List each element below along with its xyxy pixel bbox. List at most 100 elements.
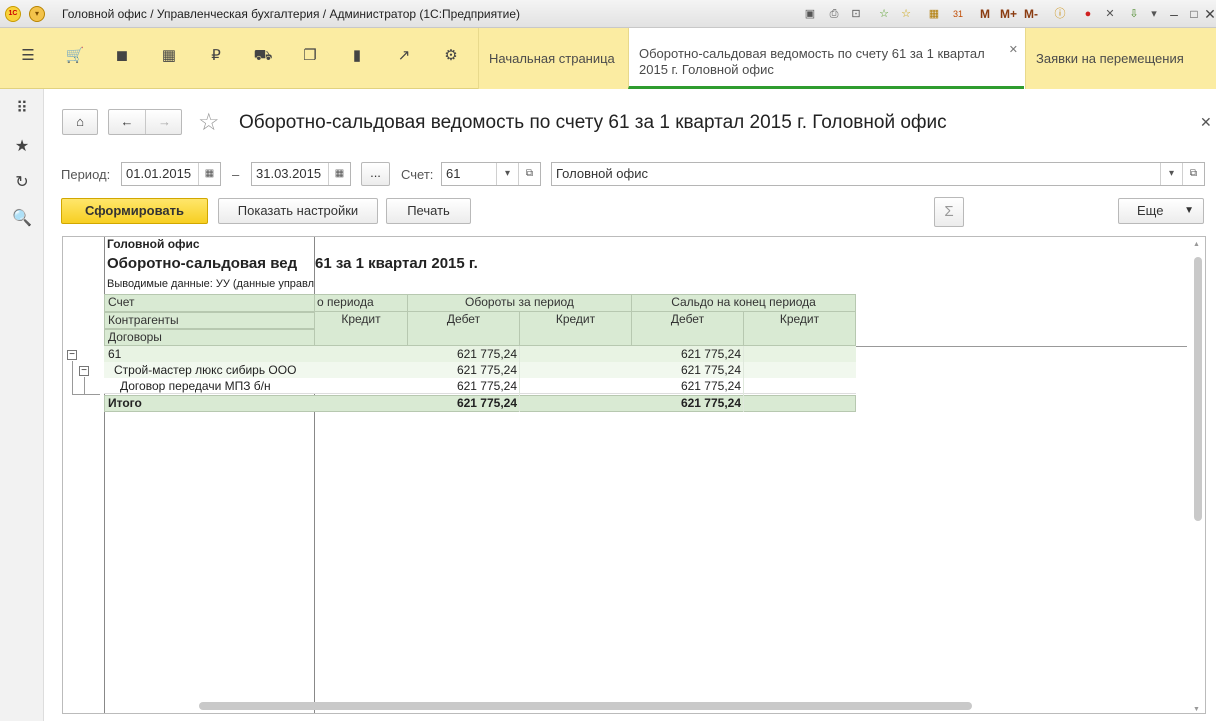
- tab-transfer-requests-label: Заявки на перемещения: [1036, 51, 1184, 66]
- account-value: 61: [446, 166, 461, 181]
- calendar-icon[interactable]: 31: [950, 6, 966, 22]
- window-title: Головной офис / Управленческая бухгалтер…: [62, 7, 521, 21]
- collapse-icon[interactable]: −: [67, 350, 77, 360]
- calculator-icon[interactable]: ▦: [926, 6, 942, 22]
- chevron-down-icon: ▼: [1184, 205, 1194, 216]
- 1c-logo-icon[interactable]: 1C: [5, 6, 21, 22]
- row-name: Договор передачи МПЗ б/н: [120, 379, 271, 393]
- group-line: [72, 361, 73, 395]
- history-icon[interactable]: ↻: [10, 171, 34, 195]
- horizontal-scroll-thumb[interactable]: [199, 702, 972, 710]
- organization-input[interactable]: Головной офис ▾ ⧉: [551, 162, 1205, 186]
- open-icon[interactable]: ⧉: [1182, 163, 1204, 185]
- chevron-down-icon[interactable]: ▾: [1160, 163, 1182, 185]
- back-icon[interactable]: ←: [109, 110, 146, 134]
- scroll-down-icon[interactable]: ▼: [1193, 706, 1200, 713]
- memory-minus-button[interactable]: M-: [1024, 6, 1038, 22]
- report-output: Выводимые данные: УУ (данные управл: [107, 278, 314, 290]
- title-bar: 1C ▾ Головной офис / Управленческая бухг…: [0, 0, 1216, 28]
- period-from-input[interactable]: 01.01.2015 ▦: [121, 162, 221, 186]
- end-debit: 621 775,24: [680, 363, 741, 377]
- save-icon[interactable]: ▣: [802, 6, 818, 22]
- more-button[interactable]: Еще ▼: [1118, 198, 1204, 224]
- minimize-icon[interactable]: –: [1164, 4, 1184, 24]
- print-button[interactable]: Печать: [386, 198, 471, 224]
- toolbar-menu-icon[interactable]: ▾: [1146, 6, 1162, 22]
- tab-close-icon[interactable]: ✕: [1009, 42, 1018, 58]
- stop-icon[interactable]: ✕: [1102, 6, 1118, 22]
- memory-button[interactable]: M: [980, 6, 990, 22]
- tab-home[interactable]: Начальная страница: [478, 28, 628, 89]
- close-window-icon[interactable]: ✕: [1200, 4, 1216, 24]
- chevron-down-icon[interactable]: ▾: [496, 163, 518, 185]
- home-button[interactable]: ⌂: [62, 109, 98, 135]
- nav-buttons: ← →: [108, 109, 182, 135]
- bar-chart-icon[interactable]: ▮: [345, 44, 369, 68]
- favorite-star-icon[interactable]: ☆: [198, 108, 220, 137]
- favorites-icon[interactable]: ☆: [898, 6, 914, 22]
- account-input[interactable]: 61 ▾ ⧉: [441, 162, 541, 186]
- account-label: Счет:: [401, 167, 434, 182]
- report-title: Оборотно-сальдовая вед: [107, 255, 298, 272]
- search-icon[interactable]: 🔍: [10, 207, 34, 231]
- grp-start: о периода: [314, 294, 408, 312]
- record-icon[interactable]: ●: [1080, 6, 1096, 22]
- turn-debit: 621 775,24: [456, 379, 517, 393]
- turn-debit: 621 775,24: [456, 347, 517, 361]
- row-name: 61: [108, 347, 122, 361]
- generate-button[interactable]: Сформировать: [61, 198, 208, 224]
- download-icon[interactable]: ⇩: [1126, 6, 1142, 22]
- open-icon[interactable]: ⧉: [518, 163, 540, 185]
- col-account: Счет: [104, 294, 315, 312]
- organization-value: Головной офис: [556, 166, 648, 181]
- group-line: [72, 394, 100, 395]
- report-org: Головной офис: [107, 237, 200, 251]
- collapse-icon[interactable]: −: [79, 366, 89, 376]
- tab-home-label: Начальная страница: [489, 51, 615, 66]
- truck-icon[interactable]: ⛟: [251, 44, 275, 68]
- sum-button[interactable]: Σ: [934, 197, 964, 227]
- col-turn-credit: Кредит: [519, 311, 632, 346]
- forward-icon[interactable]: →: [146, 110, 183, 134]
- cart-icon[interactable]: 🛒: [63, 44, 87, 68]
- col-start-credit: Кредит: [314, 311, 408, 346]
- bag-icon[interactable]: ◼: [110, 44, 134, 68]
- main-menu-icon[interactable]: ▾: [29, 6, 45, 22]
- print-icon[interactable]: ⎙: [826, 6, 842, 22]
- trend-icon[interactable]: ↗: [392, 44, 416, 68]
- col-end-debit: Дебет: [631, 311, 744, 346]
- favorite-add-icon[interactable]: ☆: [876, 6, 892, 22]
- close-form-icon[interactable]: ✕: [1200, 114, 1212, 131]
- preview-icon[interactable]: ⊡: [848, 6, 864, 22]
- scroll-up-icon[interactable]: ▲: [1193, 241, 1200, 248]
- page-title: Оборотно-сальдовая ведомость по счету 61…: [239, 112, 947, 133]
- settings-icon[interactable]: ⚙: [439, 44, 463, 68]
- vertical-scroll-thumb[interactable]: [1194, 257, 1202, 521]
- info-icon[interactable]: ⓘ: [1052, 6, 1068, 22]
- calendar-icon[interactable]: ▦: [198, 163, 220, 185]
- tab-report[interactable]: Оборотно-сальдовая ведомость по счету 61…: [628, 28, 1024, 89]
- sections-panel: ☰ 🛒 ◼ ▦ ₽ ⛟ ❐ ▮ ↗ ⚙: [0, 28, 478, 89]
- period-from-value: 01.01.2015: [126, 166, 192, 181]
- ruble-icon[interactable]: ₽: [204, 44, 228, 68]
- vertical-scrollbar[interactable]: ▲ ▼: [1193, 241, 1203, 713]
- memory-plus-button[interactable]: M+: [1000, 6, 1017, 22]
- period-label: Период:: [61, 167, 111, 182]
- apps-grid-icon[interactable]: ⠿: [10, 97, 34, 121]
- report-spreadsheet[interactable]: Головной офис Оборотно-сальдовая вед 61 …: [62, 236, 1206, 714]
- menu-icon[interactable]: ☰: [16, 44, 40, 68]
- col-turn-debit: Дебет: [407, 311, 520, 346]
- favorites-star-icon[interactable]: ★: [10, 135, 34, 159]
- col-contract: Договоры: [104, 329, 315, 346]
- period-select-button[interactable]: ...: [361, 162, 390, 186]
- show-settings-button[interactable]: Показать настройки: [218, 198, 378, 224]
- warehouse-icon[interactable]: ▦: [157, 44, 181, 68]
- total-turn-debit: 621 775,24: [456, 396, 517, 410]
- documents-icon[interactable]: ❐: [298, 44, 322, 68]
- horizontal-scrollbar[interactable]: [63, 701, 1193, 711]
- calendar-icon[interactable]: ▦: [328, 163, 350, 185]
- tab-transfer-requests[interactable]: Заявки на перемещения: [1025, 28, 1216, 89]
- col-counterparty: Контрагенты: [104, 312, 315, 329]
- total-name: Итого: [108, 396, 142, 410]
- period-to-input[interactable]: 31.03.2015 ▦: [251, 162, 351, 186]
